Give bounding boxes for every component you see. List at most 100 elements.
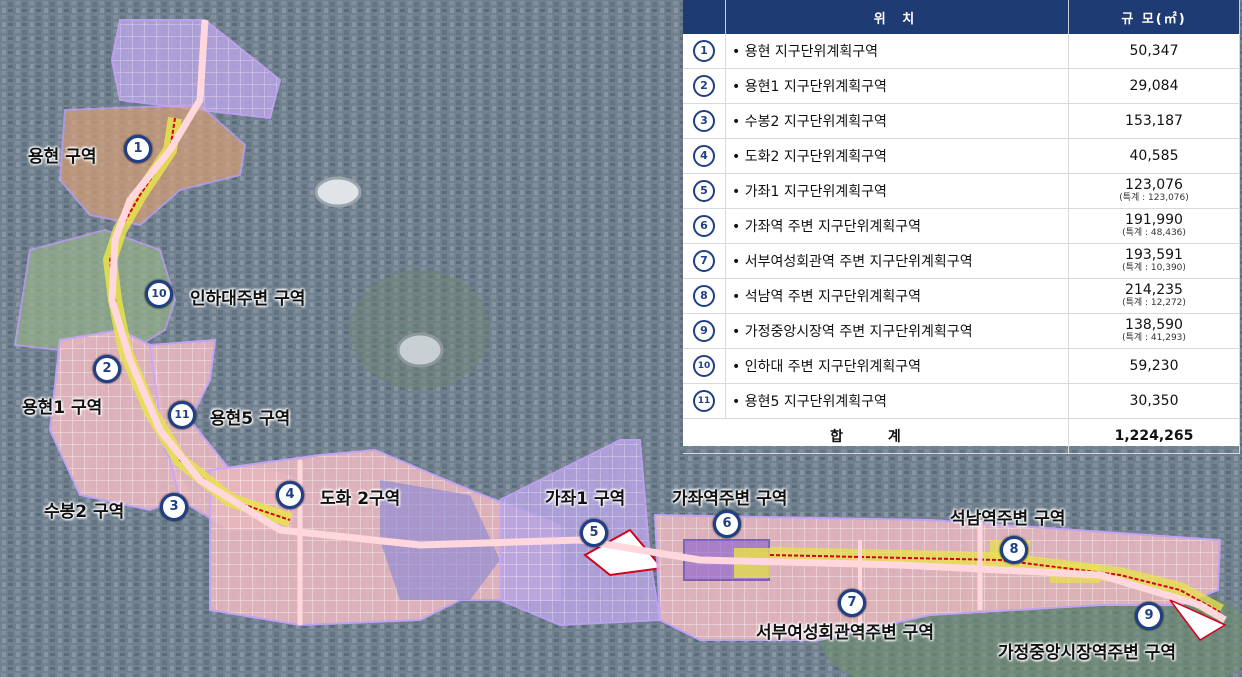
row-number-cell: 4 [683, 138, 726, 174]
marker-9[interactable]: 9 [1135, 602, 1163, 630]
row-area: 123,076 [1125, 177, 1183, 193]
row-name: • 도화2 지구단위계획구역 [725, 138, 1069, 174]
row-area: 59,230 [1129, 357, 1179, 374]
row-area-cell: 40,585 [1068, 138, 1240, 174]
hill-area [350, 270, 490, 390]
marker-1[interactable]: 1 [124, 135, 152, 163]
label-seoknam: 석남역주변 구역 [950, 509, 1066, 529]
marker-11[interactable]: 11 [168, 401, 196, 429]
row-area: 193,591 [1125, 247, 1183, 263]
row-name: • 가정중앙시장역 주변 지구단위계획구역 [725, 313, 1069, 349]
row-area-cell: 59,230 [1068, 348, 1240, 384]
table-total-row: 합 계 1,224,265 [683, 418, 1240, 454]
row-number-cell: 1 [683, 34, 726, 69]
row-area: 29,084 [1129, 77, 1179, 94]
row-number-badge: 10 [693, 355, 715, 377]
row-special-area: (특계 : 48,436) [1122, 228, 1186, 238]
row-name: • 용현 지구단위계획구역 [725, 34, 1069, 69]
stadium [314, 176, 362, 208]
label-gajwa1: 가좌1 구역 [545, 489, 626, 509]
marker-5[interactable]: 5 [580, 519, 608, 547]
header-area: 규 모(㎡) [1068, 0, 1240, 34]
row-number-cell: 10 [683, 348, 726, 384]
row-number-badge: 3 [693, 110, 715, 132]
label-dohwa2: 도화 2구역 [320, 489, 401, 509]
row-special-area: (특계 : 123,076) [1119, 193, 1189, 203]
row-area: 153,187 [1125, 112, 1183, 129]
row-name: • 인하대 주변 지구단위계획구역 [725, 348, 1069, 384]
table-header-row: 위 치 규 모(㎡) [683, 0, 1240, 34]
label-inha: 인하대주변 구역 [190, 289, 306, 309]
header-location: 위 치 [725, 0, 1069, 34]
row-area-cell: 29,084 [1068, 68, 1240, 104]
row-number-cell: 6 [683, 208, 726, 244]
label-yonghyeon: 용현 구역 [28, 147, 97, 167]
row-number-cell: 8 [683, 278, 726, 314]
table-row: 4 • 도화2 지구단위계획구역 40,585 [683, 138, 1240, 174]
table-row: 9 • 가정중앙시장역 주변 지구단위계획구역 138,590 (특계 : 41,29… [683, 313, 1240, 349]
marker-6[interactable]: 6 [713, 510, 741, 538]
table-row: 6 • 가좌역 주변 지구단위계획구역 191,990 (특계 : 48,436) [683, 208, 1240, 244]
marker-10[interactable]: 10 [145, 280, 173, 308]
row-area: 30,350 [1129, 392, 1179, 409]
row-number-cell: 9 [683, 313, 726, 349]
table-row: 8 • 석남역 주변 지구단위계획구역 214,235 (특계 : 12,272) [683, 278, 1240, 314]
table-row: 1 • 용현 지구단위계획구역 50,347 [683, 34, 1240, 69]
row-name: • 용현5 지구단위계획구역 [725, 383, 1069, 419]
row-number-badge: 5 [693, 180, 715, 202]
row-name: • 수봉2 지구단위계획구역 [725, 103, 1069, 139]
marker-4[interactable]: 4 [276, 481, 304, 509]
row-area-cell: 191,990 (특계 : 48,436) [1068, 208, 1240, 244]
district-table-grid: 위 치 규 모(㎡) 1 • 용현 지구단위계획구역 50,347 2 • 용현1 지구… [683, 0, 1240, 454]
row-number-badge: 6 [693, 215, 715, 237]
row-number-badge: 4 [693, 145, 715, 167]
table-body: 1 • 용현 지구단위계획구역 50,347 2 • 용현1 지구단위계획구역 29,08… [683, 34, 1240, 454]
row-number-badge: 11 [693, 390, 715, 412]
label-gajwa-station: 가좌역주변 구역 [672, 489, 788, 509]
marker-3[interactable]: 3 [160, 493, 188, 521]
stadium [396, 332, 444, 368]
row-area-cell: 30,350 [1068, 383, 1240, 419]
row-area: 40,585 [1129, 147, 1179, 164]
row-area-cell: 193,591 (특계 : 10,390) [1068, 243, 1240, 279]
table-row: 2 • 용현1 지구단위계획구역 29,084 [683, 68, 1240, 104]
row-name: • 용현1 지구단위계획구역 [725, 68, 1069, 104]
row-number-cell: 3 [683, 103, 726, 139]
row-number-badge: 1 [693, 40, 715, 62]
table-row: 7 • 서부여성회관역 주변 지구단위계획구역 193,591 (특계 : 10,39… [683, 243, 1240, 279]
row-area: 50,347 [1129, 42, 1179, 59]
row-name: • 가좌역 주변 지구단위계획구역 [725, 208, 1069, 244]
row-area: 138,590 [1125, 317, 1183, 333]
row-number-cell: 11 [683, 383, 726, 419]
table-row: 5 • 가좌1 지구단위계획구역 123,076 (특계 : 123,076) [683, 173, 1240, 209]
total-label: 합 계 [683, 418, 1069, 454]
row-area-cell: 153,187 [1068, 103, 1240, 139]
row-number-cell: 5 [683, 173, 726, 209]
row-number-badge: 9 [693, 320, 715, 342]
total-value: 1,224,265 [1068, 418, 1240, 454]
row-area-cell: 214,235 (특계 : 12,272) [1068, 278, 1240, 314]
marker-7[interactable]: 7 [838, 589, 866, 617]
row-name: • 석남역 주변 지구단위계획구역 [725, 278, 1069, 314]
row-number-badge: 7 [693, 250, 715, 272]
row-special-area: (특계 : 10,390) [1122, 263, 1186, 273]
table-row: 10 • 인하대 주변 지구단위계획구역 59,230 [683, 348, 1240, 384]
table-row: 11 • 용현5 지구단위계획구역 30,350 [683, 383, 1240, 419]
row-number-badge: 2 [693, 75, 715, 97]
row-special-area: (특계 : 41,293) [1122, 333, 1186, 343]
marker-2[interactable]: 2 [93, 355, 121, 383]
row-area: 191,990 [1125, 212, 1183, 228]
label-seobu: 서부여성회관역주변 구역 [756, 623, 934, 643]
row-area-cell: 138,590 (특계 : 41,293) [1068, 313, 1240, 349]
label-gajeong: 가정중앙시장역주변 구역 [998, 643, 1176, 663]
label-subong2: 수봉2 구역 [44, 502, 125, 522]
row-name: • 가좌1 지구단위계획구역 [725, 173, 1069, 209]
row-area-cell: 50,347 [1068, 34, 1240, 69]
table-row: 3 • 수봉2 지구단위계획구역 153,187 [683, 103, 1240, 139]
label-yonghyeon5: 용현5 구역 [210, 409, 291, 429]
row-special-area: (특계 : 12,272) [1122, 298, 1186, 308]
row-number-cell: 7 [683, 243, 726, 279]
row-area-cell: 123,076 (특계 : 123,076) [1068, 173, 1240, 209]
marker-8[interactable]: 8 [1000, 536, 1028, 564]
row-number-cell: 2 [683, 68, 726, 104]
